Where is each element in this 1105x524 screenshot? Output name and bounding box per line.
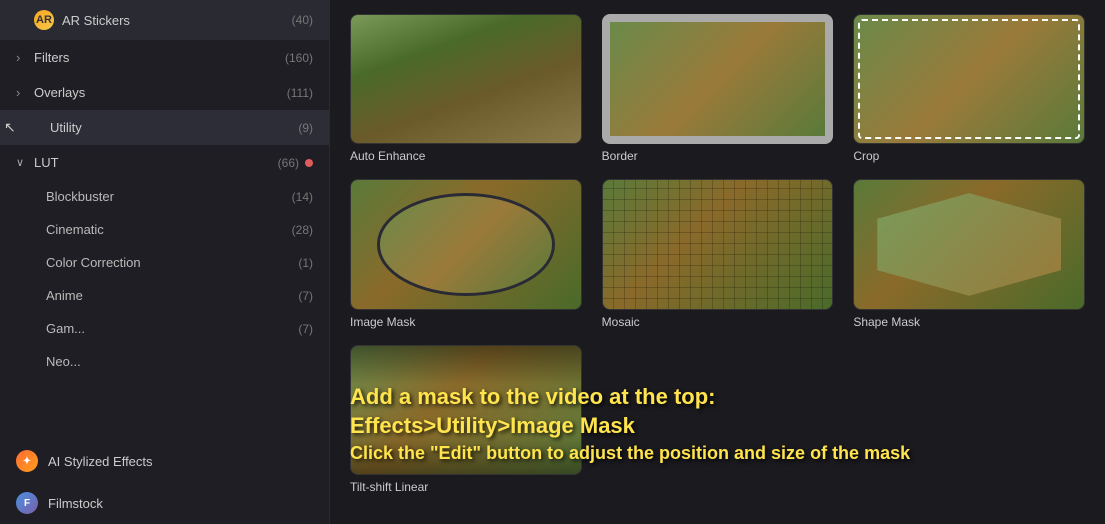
notification-dot — [305, 159, 313, 167]
sidebar-item-label: Cinematic — [46, 222, 292, 237]
sidebar-item-label: AI Stylized Effects — [48, 454, 153, 469]
main-content: Auto Enhance Border Crop Image Mask Mosa… — [330, 0, 1105, 524]
effect-label: Border — [602, 149, 638, 163]
sidebar-bottom: ✦ AI Stylized Effects F Filmstock — [0, 440, 329, 524]
arrow-icon: › — [16, 50, 30, 65]
effect-item-tilt-shift[interactable]: Tilt-shift Linear — [350, 345, 582, 494]
sidebar-item-utility[interactable]: ↖ Utility (9) — [0, 110, 329, 145]
effect-thumbnail-crop — [853, 14, 1085, 144]
effect-label: Tilt-shift Linear — [350, 480, 428, 494]
sidebar-item-label: Color Correction — [46, 255, 298, 270]
sidebar-item-blockbuster[interactable]: Blockbuster (14) — [0, 180, 329, 213]
sidebar: AR AR Stickers (40) › Filters (160) › Ov… — [0, 0, 330, 524]
sidebar-item-count: (7) — [298, 289, 313, 303]
effect-label: Auto Enhance — [350, 149, 425, 163]
sidebar-item-count: (66) — [278, 156, 299, 170]
ar-stickers-icon: AR — [34, 10, 54, 30]
filmstock-icon: F — [16, 492, 38, 514]
effect-item-mosaic[interactable]: Mosaic — [602, 179, 834, 328]
sidebar-item-label: Neo... — [46, 354, 313, 369]
effect-item-image-mask[interactable]: Image Mask — [350, 179, 582, 328]
sidebar-item-count: (7) — [298, 322, 313, 336]
effect-label: Crop — [853, 149, 879, 163]
sidebar-item-count: (111) — [287, 86, 313, 100]
effect-thumbnail-mosaic — [602, 179, 834, 309]
sidebar-item-filmstock[interactable]: F Filmstock — [0, 482, 329, 524]
sidebar-item-label: Filters — [34, 50, 285, 65]
sidebar-item-label: Overlays — [34, 85, 287, 100]
effect-thumbnail-tilt-shift — [350, 345, 582, 475]
sidebar-item-count: (160) — [285, 51, 313, 65]
sidebar-item-label: AR Stickers — [62, 13, 292, 28]
arrow-icon: ∨ — [16, 156, 30, 169]
sidebar-item-label: Blockbuster — [46, 189, 292, 204]
effect-thumbnail-image-mask — [350, 179, 582, 309]
sidebar-item-label: Filmstock — [48, 496, 103, 511]
sidebar-item-filters[interactable]: › Filters (160) — [0, 40, 329, 75]
sidebar-item-lut[interactable]: ∨ LUT (66) — [0, 145, 329, 180]
sidebar-item-cinematic[interactable]: Cinematic (28) — [0, 213, 329, 246]
effect-thumbnail-auto-enhance — [350, 14, 582, 144]
effect-thumbnail-border — [602, 14, 834, 144]
effect-item-crop[interactable]: Crop — [853, 14, 1085, 163]
sidebar-item-label: Anime — [46, 288, 298, 303]
sidebar-item-gaming[interactable]: Gam... (7) — [0, 312, 329, 345]
ai-stylized-icon: ✦ — [16, 450, 38, 472]
effect-item-border[interactable]: Border — [602, 14, 834, 163]
effect-item-auto-enhance[interactable]: Auto Enhance — [350, 14, 582, 163]
sidebar-item-color-correction[interactable]: Color Correction (1) — [0, 246, 329, 279]
sidebar-item-count: (9) — [298, 121, 313, 135]
sidebar-item-count: (28) — [292, 223, 313, 237]
arrow-icon: › — [16, 85, 30, 100]
effect-item-shape-mask[interactable]: Shape Mask — [853, 179, 1085, 328]
effect-label: Shape Mask — [853, 315, 920, 329]
effect-label: Image Mask — [350, 315, 415, 329]
sidebar-item-label: Utility — [50, 120, 298, 135]
effect-thumbnail-shape-mask — [853, 179, 1085, 309]
sidebar-item-count: (1) — [298, 256, 313, 270]
sidebar-item-label: Gam... — [46, 321, 298, 336]
sidebar-item-ar-stickers[interactable]: AR AR Stickers (40) — [0, 0, 329, 40]
effects-grid: Auto Enhance Border Crop Image Mask Mosa… — [350, 10, 1085, 494]
sidebar-item-anime[interactable]: Anime (7) — [0, 279, 329, 312]
sidebar-item-count: (14) — [292, 190, 313, 204]
effect-label: Mosaic — [602, 315, 640, 329]
sidebar-item-neon[interactable]: Neo... — [0, 345, 329, 378]
cursor-icon: ↖ — [4, 119, 16, 136]
sidebar-item-overlays[interactable]: › Overlays (111) — [0, 75, 329, 110]
sidebar-item-label: LUT — [34, 155, 278, 170]
sidebar-item-count: (40) — [292, 13, 313, 27]
sidebar-item-ai-stylized[interactable]: ✦ AI Stylized Effects — [0, 440, 329, 482]
